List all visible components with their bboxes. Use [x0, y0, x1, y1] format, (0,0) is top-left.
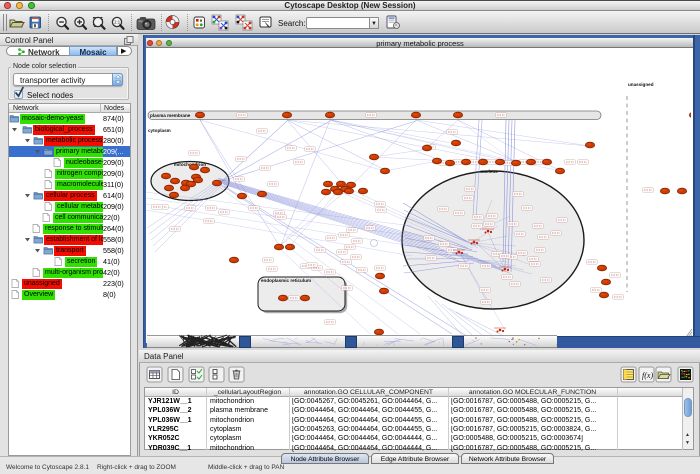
svg-text:f(x): f(x)	[642, 371, 653, 380]
svg-text:plasma membrane: plasma membrane	[150, 113, 191, 118]
svg-text:endoplasmic reticulum: endoplasmic reticulum	[261, 278, 311, 283]
svg-text:unassigned: unassigned	[628, 82, 654, 87]
svg-text:cytoplasm: cytoplasm	[148, 128, 171, 133]
svg-text:nucleus: nucleus	[480, 169, 498, 174]
